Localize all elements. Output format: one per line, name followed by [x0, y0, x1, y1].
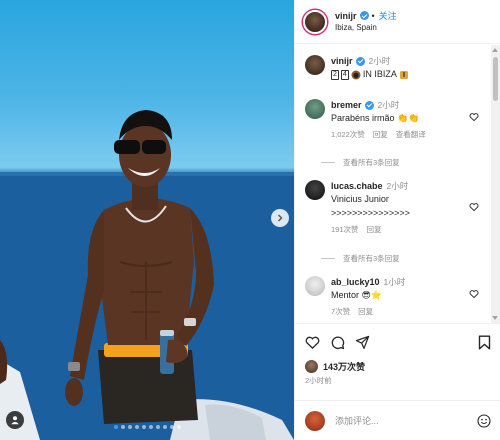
- comment-text: Vinicius Junior: [331, 194, 389, 204]
- lion-emoji-icon: [351, 70, 361, 79]
- post-timestamp: 2小时前: [305, 376, 332, 385]
- follow-button[interactable]: 关注: [379, 10, 397, 22]
- reply-button[interactable]: 回复: [373, 129, 388, 140]
- reply-button[interactable]: 回复: [367, 224, 382, 235]
- verified-badge-icon: [364, 100, 374, 110]
- commenter-avatar[interactable]: [305, 276, 325, 296]
- add-comment-bar: 添加评论...: [295, 400, 500, 440]
- heart-icon[interactable]: [469, 112, 479, 122]
- chevron-right-icon: [278, 214, 283, 222]
- heart-icon[interactable]: [469, 289, 479, 299]
- heart-icon[interactable]: [469, 202, 479, 212]
- comment-text: Parabéns irmão 👏👏: [331, 113, 420, 123]
- likes-count[interactable]: 143万次赞: [323, 360, 365, 373]
- caption-text: 2 4 IN IBIZA: [331, 68, 471, 81]
- author-avatar[interactable]: [303, 9, 327, 34]
- island-emoji-icon: [399, 70, 408, 79]
- current-user-avatar: [305, 410, 325, 431]
- caption-author-avatar[interactable]: [305, 55, 325, 75]
- post-photo[interactable]: [0, 0, 294, 440]
- caption-author-username[interactable]: vinijr: [331, 55, 353, 67]
- carousel-dot: [163, 425, 167, 429]
- view-replies-button[interactable]: 查看所有3条回复: [321, 157, 400, 168]
- commenter-username[interactable]: lucas.chabe: [331, 180, 383, 192]
- carousel-dot: [128, 425, 132, 429]
- comment-time: 2小时: [386, 181, 409, 191]
- carousel-dot: [156, 425, 160, 429]
- translate-button[interactable]: 查看翻译: [396, 129, 426, 140]
- commenter-username[interactable]: bremer: [331, 99, 362, 111]
- commenter-username[interactable]: ab_lucky10: [331, 276, 380, 288]
- comment-time: 2小时: [377, 100, 400, 110]
- photo-illustration: [0, 110, 294, 440]
- share-send-icon[interactable]: [355, 335, 370, 350]
- comment-time: 1小时: [383, 277, 406, 287]
- verified-badge-icon: [355, 56, 365, 66]
- post-location[interactable]: Ibiza, Spain: [335, 22, 397, 34]
- emoji-picker-icon[interactable]: [477, 413, 491, 428]
- caption-time: 2小时: [368, 56, 391, 66]
- scroll-down-arrow-icon[interactable]: [492, 316, 498, 320]
- keycap-digit: 2: [331, 69, 339, 80]
- carousel-dot: [121, 425, 125, 429]
- comment-like-count[interactable]: 191次赞: [331, 224, 359, 235]
- post-details-panel: vinijr • 关注 Ibiza, Spain vinijr 2小时 2 4: [294, 0, 500, 440]
- post-header: vinijr • 关注 Ibiza, Spain: [295, 0, 500, 44]
- comment-bubble-icon[interactable]: [330, 335, 345, 350]
- comments-scrollbar[interactable]: [491, 45, 500, 323]
- carousel-dot: [114, 425, 118, 429]
- caption-suffix: IN IBIZA: [362, 69, 397, 79]
- scroll-thumb[interactable]: [493, 57, 498, 101]
- next-slide-button[interactable]: [271, 209, 289, 227]
- comment-text-line2: >>>>>>>>>>>>>>>: [331, 208, 410, 218]
- reply-button[interactable]: 回复: [358, 306, 373, 317]
- likes-summary[interactable]: 143万次赞: [305, 360, 365, 373]
- view-replies-button[interactable]: 查看所有3条回复: [321, 253, 400, 264]
- comment-like-count[interactable]: 7次赞: [331, 306, 350, 317]
- verified-badge-icon: [359, 11, 369, 20]
- commenter-avatar[interactable]: [305, 180, 325, 200]
- commenter-avatar[interactable]: [305, 99, 325, 119]
- carousel-indicator: [114, 425, 181, 429]
- author-username[interactable]: vinijr: [335, 10, 357, 22]
- carousel-dot: [149, 425, 153, 429]
- separator-dot: •: [371, 10, 375, 21]
- carousel-dot: [135, 425, 139, 429]
- scroll-up-arrow-icon[interactable]: [492, 48, 498, 52]
- comment-text: Mentor 😎⭐: [331, 290, 383, 300]
- comment-input[interactable]: 添加评论...: [335, 414, 477, 427]
- liker-avatar: [305, 360, 318, 373]
- tagged-users-button[interactable]: [6, 411, 24, 429]
- comment-like-count[interactable]: 1,022次赞: [331, 129, 365, 140]
- carousel-dot: [177, 425, 181, 429]
- user-icon: [11, 416, 19, 425]
- bookmark-icon[interactable]: [478, 335, 491, 350]
- comments-list: vinijr 2小时 2 4 IN IBIZA bremer 2小时 Parab…: [295, 45, 491, 323]
- like-heart-icon[interactable]: [305, 335, 320, 350]
- keycap-digit: 4: [340, 69, 349, 80]
- carousel-dot: [142, 425, 146, 429]
- carousel-dot: [170, 425, 174, 429]
